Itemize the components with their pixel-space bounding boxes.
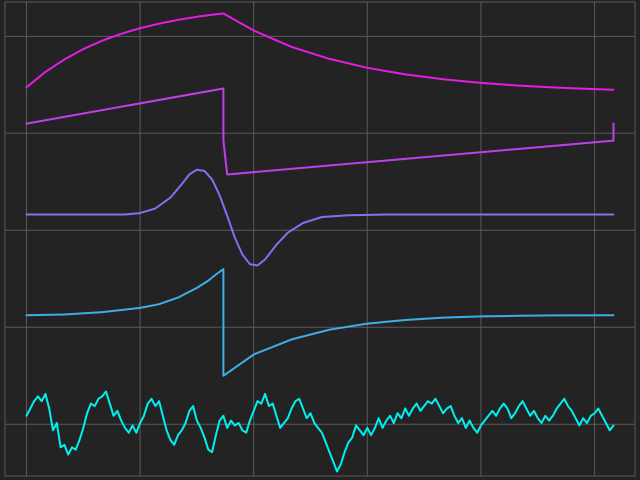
plot-background (0, 0, 640, 480)
oscilloscope-chart (0, 0, 640, 480)
